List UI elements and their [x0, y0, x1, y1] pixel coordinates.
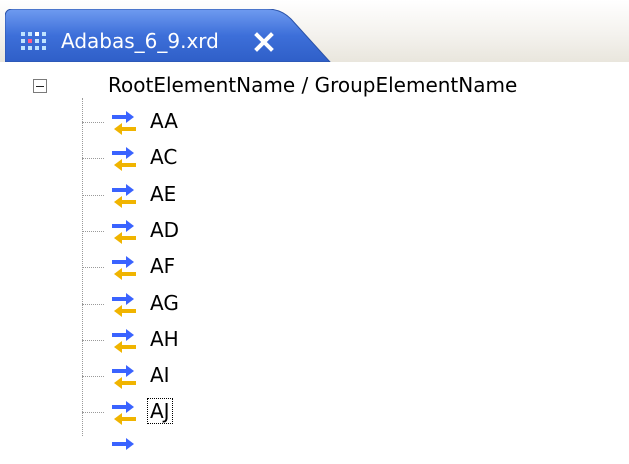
tree-connector	[82, 304, 104, 305]
tree-connector	[82, 158, 104, 159]
mapping-arrows-icon	[112, 111, 136, 135]
tree-connector	[82, 231, 104, 232]
tree-item[interactable]: AH	[82, 325, 382, 355]
tree-item-label: AE	[150, 182, 177, 206]
editor-tab-strip: Adabas_6_9.xrd	[0, 0, 629, 62]
tree-item[interactable]: AF	[82, 252, 382, 282]
tree-item[interactable]: AE	[82, 180, 382, 210]
tree-item-label: AH	[150, 327, 179, 351]
mapping-arrows-icon	[112, 220, 136, 244]
mapping-arrows-icon	[112, 329, 136, 353]
tree-item[interactable]: AA	[82, 107, 382, 137]
mapping-arrows-icon	[112, 147, 136, 171]
mapping-arrows-icon	[112, 293, 136, 317]
close-icon[interactable]	[252, 30, 276, 54]
collapse-toggle-icon[interactable]	[33, 79, 47, 93]
tree-item[interactable]: AD	[82, 216, 382, 246]
tab-title: Adabas_6_9.xrd	[61, 29, 219, 53]
tree-root-label[interactable]: RootElementName / GroupElementName	[108, 73, 517, 97]
mapping-arrows-icon	[112, 256, 136, 280]
mapping-arrows-icon	[112, 184, 136, 208]
tree-item-partial	[82, 434, 382, 464]
mapping-arrows-icon	[112, 438, 134, 450]
mapping-arrows-icon	[112, 365, 136, 389]
tree-connector	[82, 122, 104, 123]
tree-connector	[82, 340, 104, 341]
tree-item-label: AI	[150, 363, 170, 387]
tree-connector	[82, 195, 104, 196]
tree-item-label: AC	[150, 145, 178, 169]
tree-item-label: AG	[150, 291, 179, 315]
tree-item-label: AA	[150, 109, 178, 133]
tree-item-label: AD	[150, 218, 180, 242]
tree-item[interactable]: AJ	[82, 397, 382, 427]
mapping-arrows-icon	[112, 401, 136, 425]
tree-item-label: AF	[150, 254, 176, 278]
tree-item[interactable]: AC	[82, 143, 382, 173]
tree-item-label: AJ	[147, 398, 173, 424]
editor-tab[interactable]: Adabas_6_9.xrd	[5, 9, 335, 62]
tree-item[interactable]: AI	[82, 361, 382, 391]
tree-connector	[82, 267, 104, 268]
xml-grid-icon	[21, 32, 46, 50]
tree-connector	[82, 412, 104, 413]
tree-connector	[82, 376, 104, 377]
tree-item[interactable]: AG	[82, 289, 382, 319]
